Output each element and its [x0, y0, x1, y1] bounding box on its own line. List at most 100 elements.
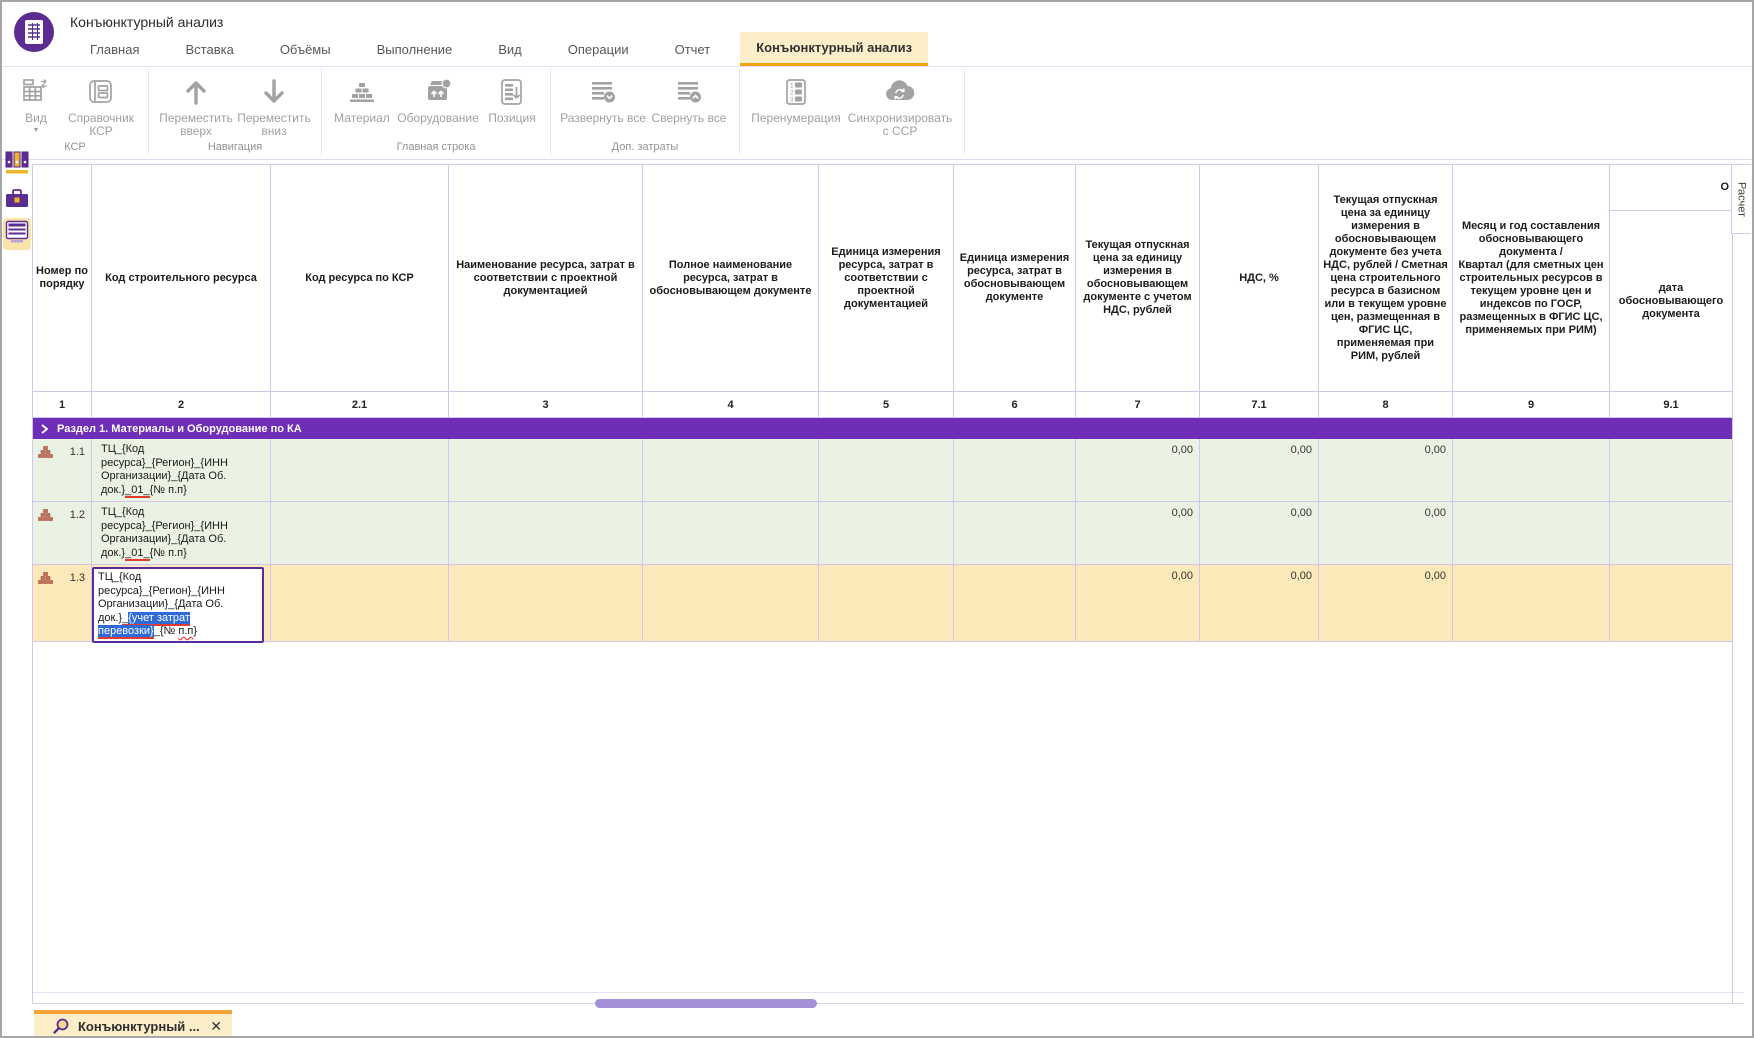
- section-row[interactable]: Раздел 1. Материалы и Оборудование по КА: [33, 418, 1732, 439]
- empty-cell-col-6[interactable]: [954, 502, 1076, 565]
- column-header-7[interactable]: Текущая отпускная цена за единицу измере…: [1076, 165, 1200, 392]
- empty-cell-col-3[interactable]: [449, 502, 643, 565]
- column-header-9.1[interactable]: Одата обосновывающего документа: [1610, 165, 1732, 392]
- empty-cell-col-5[interactable]: [819, 439, 954, 502]
- empty-cell-col-5[interactable]: [819, 565, 954, 642]
- empty-cell-col-4[interactable]: [643, 439, 819, 502]
- ribbon-button-collapse-all[interactable]: Свернуть все: [647, 69, 731, 125]
- column-header-1[interactable]: Номер по порядку: [33, 165, 92, 392]
- value-cell-col-7[interactable]: 0,00: [1076, 439, 1200, 502]
- horizontal-scrollbar-track[interactable]: [32, 1003, 1744, 1004]
- resource-code-text: ТЦ_{Код ресурса}_{Регион}_{ИНН Организац…: [92, 502, 270, 564]
- column-header-3[interactable]: Наименование ресурса, затрат в соответст…: [449, 165, 643, 392]
- column-number-7.1[interactable]: 7.1: [1200, 392, 1319, 418]
- column-number-4[interactable]: 4: [643, 392, 819, 418]
- value-cell-col-8[interactable]: 0,00: [1319, 502, 1453, 565]
- ribbon-button-oborudovanie[interactable]: Оборудование: [394, 69, 482, 125]
- resource-row-1.3[interactable]: 1.3ТЦ_{Код ресурса}_{Регион}_{ИНН Органи…: [33, 565, 1732, 642]
- empty-cell-col-9.1[interactable]: [1610, 502, 1732, 565]
- tab-obyomy[interactable]: Объёмы: [264, 32, 347, 67]
- column-number-9[interactable]: 9: [1453, 392, 1610, 418]
- column-number-9.1[interactable]: 9.1: [1610, 392, 1732, 418]
- ribbon-group-label: Навигация: [149, 141, 321, 153]
- close-icon[interactable]: ✕: [210, 1018, 222, 1035]
- column-header-4[interactable]: Полное наименование ресурса, затрат в об…: [643, 165, 819, 392]
- ribbon-button-label: Переместить вверх: [157, 112, 235, 138]
- value-cell-col-7.1[interactable]: 0,00: [1200, 502, 1319, 565]
- ribbon-button-material[interactable]: Материал: [330, 69, 394, 125]
- empty-cell-col-6[interactable]: [954, 439, 1076, 502]
- value-cell-col-7[interactable]: 0,00: [1076, 565, 1200, 642]
- column-number-7[interactable]: 7: [1076, 392, 1200, 418]
- empty-cell-col-9[interactable]: [1453, 565, 1610, 642]
- empty-cell-col-4[interactable]: [643, 502, 819, 565]
- empty-cell-col-4[interactable]: [643, 565, 819, 642]
- horizontal-scrollbar-thumb[interactable]: [595, 999, 817, 1008]
- ribbon-button-sync-ssr[interactable]: Синхронизировать с ССР: [844, 69, 956, 138]
- ribbon-button-spravochnik-ksr[interactable]: Справочник КСР: [62, 69, 140, 138]
- resource-code-edit-field[interactable]: ТЦ_{Код ресурса}_{Регион}_{ИНН Организац…: [92, 567, 264, 643]
- ribbon-button-vid[interactable]: Вид ▼: [10, 69, 62, 134]
- resource-code-cell[interactable]: ТЦ_{Код ресурса}_{Регион}_{ИНН Организац…: [92, 502, 271, 565]
- column-number-2.1[interactable]: 2.1: [271, 392, 449, 418]
- calc-panel-tab[interactable]: Расчет: [1731, 164, 1751, 234]
- column-header-5[interactable]: Единица измерения ресурса, затрат в соот…: [819, 165, 954, 392]
- value-cell-col-7.1[interactable]: 0,00: [1200, 565, 1319, 642]
- empty-cell-col-9.1[interactable]: [1610, 439, 1732, 502]
- ribbon-button-move-up[interactable]: Переместить вверх: [157, 69, 235, 138]
- column-header-2[interactable]: Код строительного ресурса: [92, 165, 271, 392]
- row-number-cell[interactable]: 1.1: [33, 439, 92, 502]
- tab-konyunkturnyj-analiz[interactable]: Конъюнктурный анализ: [740, 32, 928, 67]
- sidebar-item-binders[interactable]: [3, 150, 31, 182]
- empty-cell-col-2.1[interactable]: [271, 439, 449, 502]
- column-header-2.1[interactable]: Код ресурса по КСР: [271, 165, 449, 392]
- column-number-1[interactable]: 1: [33, 392, 92, 418]
- column-header-6[interactable]: Единица измерения ресурса, затрат в обос…: [954, 165, 1076, 392]
- empty-cell-col-2.1[interactable]: [271, 565, 449, 642]
- resource-row-1.2[interactable]: 1.2ТЦ_{Код ресурса}_{Регион}_{ИНН Органи…: [33, 502, 1732, 565]
- empty-cell-col-3[interactable]: [449, 439, 643, 502]
- document-tab[interactable]: Конъюнктурный ... ✕: [34, 1010, 232, 1038]
- ribbon-button-renumber[interactable]: 123 Перенумерация: [748, 69, 844, 125]
- tab-vstavka[interactable]: Вставка: [169, 32, 249, 67]
- empty-cell-col-9.1[interactable]: [1610, 565, 1732, 642]
- resource-row-1.1[interactable]: 1.1 ТЦ_{Код ресурса}_{Регион}_{ИНН Органи…: [33, 439, 1732, 502]
- column-number-3[interactable]: 3: [449, 392, 643, 418]
- row-number-cell[interactable]: 1.3: [33, 565, 92, 642]
- value-cell-col-8[interactable]: 0,00: [1319, 565, 1453, 642]
- value-cell-col-8[interactable]: 0,00: [1319, 439, 1453, 502]
- ribbon-button-expand-all[interactable]: Развернуть все: [559, 69, 647, 125]
- tab-glavnaya[interactable]: Главная: [74, 32, 155, 67]
- tab-vid[interactable]: Вид: [482, 32, 538, 67]
- ribbon-button-label: Позиция: [488, 112, 535, 125]
- ribbon-button-pozicia[interactable]: Позиция: [482, 69, 542, 125]
- empty-cell-col-9[interactable]: [1453, 502, 1610, 565]
- sidebar-item-briefcase[interactable]: [3, 184, 31, 216]
- resource-code-cell[interactable]: ТЦ_{Код ресурса}_{Регион}_{ИНН Организац…: [92, 439, 271, 502]
- column-header-8[interactable]: Текущая отпускная цена за единицу измере…: [1319, 165, 1453, 392]
- empty-cell-col-5[interactable]: [819, 502, 954, 565]
- ribbon-group-ksr: Вид ▼ Справочник КСР КСР: [2, 69, 149, 155]
- empty-cell-col-9[interactable]: [1453, 439, 1610, 502]
- tab-otchet[interactable]: Отчет: [659, 32, 727, 67]
- empty-cell-col-6[interactable]: [954, 565, 1076, 642]
- tab-operacii[interactable]: Операции: [552, 32, 645, 67]
- value-cell-col-7[interactable]: 0,00: [1076, 502, 1200, 565]
- value-cell-col-7.1[interactable]: 0,00: [1200, 439, 1319, 502]
- row-number: 1.1: [70, 446, 85, 458]
- tab-vypolnenie[interactable]: Выполнение: [361, 32, 469, 67]
- resource-code-cell[interactable]: ТЦ_{Код ресурса}_{Регион}_{ИНН Организац…: [92, 565, 271, 642]
- empty-cell-col-3[interactable]: [449, 565, 643, 642]
- column-number-2[interactable]: 2: [92, 392, 271, 418]
- svg-text:2: 2: [790, 90, 794, 97]
- column-header-9[interactable]: Месяц и год составления обосновывающего …: [1453, 165, 1610, 392]
- ribbon-button-move-down[interactable]: Переместить вниз: [235, 69, 313, 138]
- empty-cell-col-2.1[interactable]: [271, 502, 449, 565]
- column-number-6[interactable]: 6: [954, 392, 1076, 418]
- column-header-7.1[interactable]: НДС, %: [1200, 165, 1319, 392]
- column-number-8[interactable]: 8: [1319, 392, 1453, 418]
- chevron-expand-icon[interactable]: [41, 424, 48, 434]
- row-number-cell[interactable]: 1.2: [33, 502, 92, 565]
- sidebar-item-table-view[interactable]: [3, 218, 31, 250]
- column-number-5[interactable]: 5: [819, 392, 954, 418]
